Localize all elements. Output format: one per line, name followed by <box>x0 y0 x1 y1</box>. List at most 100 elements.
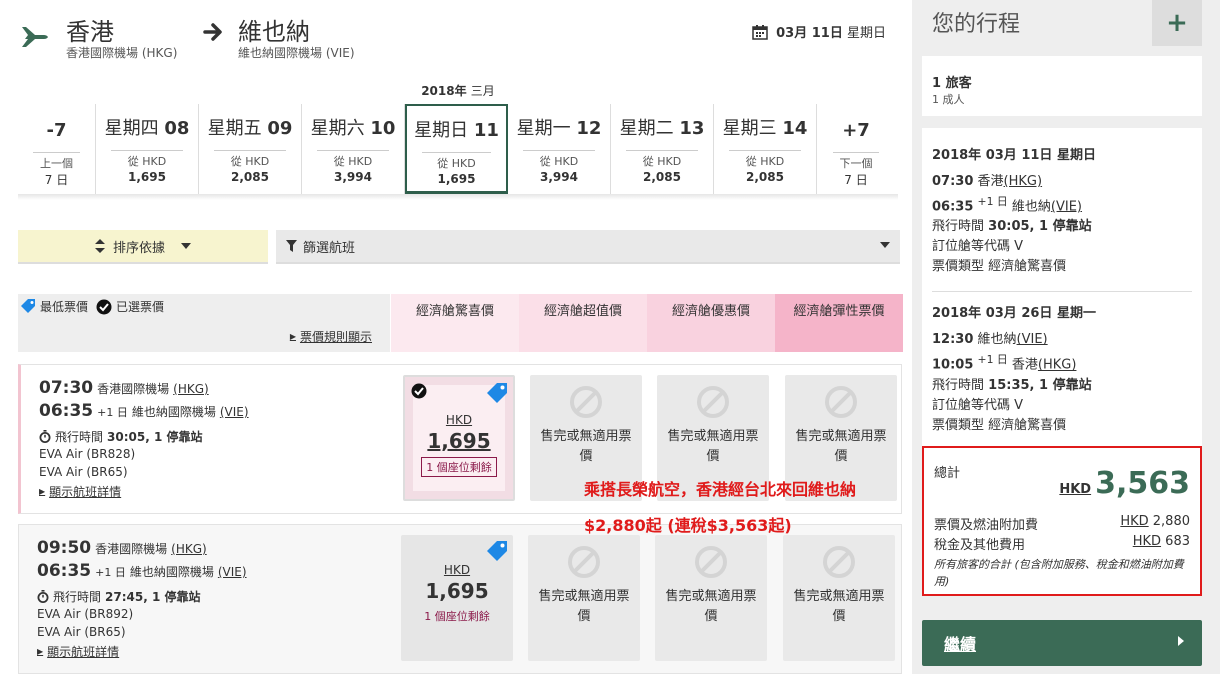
lowest-fare-tag-icon <box>21 298 35 313</box>
fare-option-selected[interactable]: HKD 1,695 1 個座位剩餘 <box>403 375 515 501</box>
unavailable-text: 售完或無適用票價 <box>667 429 759 464</box>
total-note: 所有旅客的合計 (包含附加服務、稅金和燃油附加費用) <box>934 558 1184 588</box>
unavailable-text: 售完或無適用票價 <box>665 589 757 624</box>
total-value: 3,563 <box>1095 466 1190 501</box>
inbound-date: 2018年 03月 26日 星期一 <box>932 306 1096 322</box>
duration-label: 飛行時間 <box>53 590 102 604</box>
depart-line: 07:30 香港國際機場 (HKG) <box>39 377 399 400</box>
date-cell-from: 從 HKD <box>317 150 389 169</box>
fare-currency: HKD <box>445 413 473 427</box>
continue-button[interactable]: 繼續 <box>922 620 1202 666</box>
stopwatch-icon <box>39 430 51 443</box>
prev-week-button[interactable]: -7 上一個 7 日 <box>18 104 96 194</box>
date-cell-11-selected[interactable]: 星期日 11 從 HKD 1,695 <box>405 104 508 194</box>
inbound-segment: 2018年 03月 26日 星期一 12:30 維也納(VIE) 10:05 +… <box>932 304 1192 435</box>
promo-annotation-line1: 乘搭長榮航空，香港經台北來回維也納 <box>584 480 857 499</box>
caret-right-icon: ▶ <box>37 647 44 656</box>
arrive-code: (VIE) <box>219 405 249 419</box>
depart-time: 07:30 <box>39 378 94 398</box>
destination-airport: 維也納國際機場 (VIE) <box>238 46 355 60</box>
fare-legend: 最低票價 已選票價 ▶ 票價規則顯示 <box>18 294 390 352</box>
prev-week-days: 7 日 <box>44 173 69 187</box>
flight-leg: EVA Air (BR892) <box>37 607 134 621</box>
date-cell-label: 星期二 13 <box>619 118 705 139</box>
calendar-month: 2018年 三月 <box>18 82 898 99</box>
outbound-booking-class: 訂位艙等代碼 V <box>932 239 1024 255</box>
stopwatch-icon <box>37 590 49 603</box>
filter-label: 篩選航班 <box>303 240 356 256</box>
flight-leg: EVA Air (BR65) <box>39 465 128 479</box>
unavailable-text: 售完或無適用票價 <box>538 589 630 624</box>
outbound-fare-type: 票價類型 經濟艙驚喜價 <box>932 259 1067 275</box>
duration-value: 30:05, 1 停靠站 <box>107 430 203 444</box>
fare-option-unavailable: 售完或無適用票價 <box>655 535 767 661</box>
taxes-label: 稅金及其他費用 <box>934 538 1026 553</box>
fare-option-unavailable: 售完或無適用票價 <box>783 535 895 661</box>
arrive-airport: 維也納國際機場 <box>129 565 214 579</box>
duration-line: 飛行時間 30:05, 1 停靠站 <box>39 428 399 445</box>
travel-date: 03月 11日 星期日 <box>752 22 886 41</box>
flight-results-panel: 香港 香港國際機場 (HKG) 維也納 維也納國際機場 (VIE) 03月 11… <box>0 0 912 674</box>
unavailable-icon <box>695 546 727 578</box>
passenger-count: 1 旅客 <box>932 76 972 91</box>
date-cell-10[interactable]: 星期六 10 從 HKD 3,994 <box>302 104 405 194</box>
fare-rules-label: 票價規則顯示 <box>299 330 372 344</box>
sort-dropdown[interactable]: 排序依據 <box>18 230 268 264</box>
itinerary-panel: 您的行程 + 1 旅客 1 成人 2018年 03月 11日 星期日 07:30… <box>912 0 1220 674</box>
taxes-currency: HKD <box>1132 534 1162 549</box>
flight-details-label: 顯示航班詳情 <box>49 485 122 499</box>
taxes-value: 683 <box>1165 534 1190 549</box>
passenger-detail: 1 成人 <box>932 93 965 106</box>
depart-line: 09:50 香港國際機場 (HKG) <box>37 537 397 560</box>
date-cell-from: 從 HKD <box>214 150 286 169</box>
date-cell-price: 3,994 <box>334 170 372 184</box>
date-cell-label: 星期五 09 <box>207 118 293 139</box>
date-carousel: 2018年 三月 -7 上一個 7 日 星期四 08 從 HKD 1,695 星… <box>18 76 898 200</box>
outbound-date: 2018年 03月 11日 星期日 <box>932 148 1096 163</box>
date-cell-09[interactable]: 星期五 09 從 HKD 2,085 <box>199 104 302 194</box>
duration-value: 27:45, 1 停靠站 <box>105 590 201 604</box>
date-cell-label: 星期日 11 <box>414 120 499 141</box>
booking-page: 香港 香港國際機場 (HKG) 維也納 維也納國際機場 (VIE) 03月 11… <box>0 0 1220 674</box>
legend-selected: 已選票價 <box>116 300 165 314</box>
next-week-button[interactable]: +7 下一個 7 日 <box>817 104 895 194</box>
continue-label: 繼續 <box>944 635 977 654</box>
arrive-time: 06:35 <box>39 401 94 421</box>
unavailable-icon <box>825 386 857 418</box>
sort-icon <box>94 239 105 253</box>
seats-remaining: 1 個座位剩餘 <box>424 610 490 623</box>
passenger-summary: 1 旅客 1 成人 <box>922 56 1202 116</box>
flight-details-link[interactable]: ▶ 顯示航班詳情 <box>39 483 399 500</box>
total-currency: HKD <box>1059 482 1092 497</box>
filter-dropdown[interactable]: 篩選航班 <box>276 230 900 264</box>
flight-details-label: 顯示航班詳情 <box>47 645 120 659</box>
flight-row: 09:50 香港國際機場 (HKG) 06:35 +1 日 維也納國際機場 (V… <box>18 524 902 674</box>
fare-rules-link[interactable]: ▶ 票價規則顯示 <box>290 328 372 345</box>
promo-annotation-line2: $2,880起 (連稅$3,563起) <box>584 516 792 535</box>
seats-remaining: 1 個座位剩餘 <box>421 457 497 477</box>
chevron-right-icon <box>1178 636 1184 646</box>
flight-details-link[interactable]: ▶ 顯示航班詳情 <box>37 643 397 660</box>
date-cell-14[interactable]: 星期三 14 從 HKD 2,085 <box>714 104 817 194</box>
fare-surcharge-line: 票價及燃油附加費 HKD 2,880 <box>934 514 1190 533</box>
calendar-year: 2018年 <box>421 84 467 98</box>
unavailable-icon <box>570 386 602 418</box>
date-cell-08[interactable]: 星期四 08 從 HKD 1,695 <box>96 104 199 194</box>
next-week-days: 7 日 <box>844 173 868 187</box>
expand-button[interactable]: + <box>1152 0 1202 46</box>
next-week-offset: +7 <box>842 120 870 141</box>
plus-icon: + <box>1166 8 1188 38</box>
legend-items: 最低票價 已選票價 <box>20 298 164 315</box>
unavailable-text: 售完或無適用票價 <box>795 429 887 464</box>
fare-option[interactable]: HKD 1,695 1 個座位剩餘 <box>401 535 513 661</box>
caret-right-icon: ▶ <box>289 332 296 341</box>
origin-airport: 香港國際機場 (HKG) <box>66 46 178 60</box>
chevron-down-icon <box>181 243 191 249</box>
taxes-line: 稅金及其他費用 HKD 683 <box>934 534 1190 553</box>
arrive-time: 06:35 <box>37 561 92 581</box>
arrive-line: 06:35 +1 日 維也納國際機場 (VIE) <box>39 400 399 424</box>
arrive-airport: 維也納國際機場 <box>131 405 216 419</box>
date-cell-13[interactable]: 星期二 13 從 HKD 2,085 <box>611 104 714 194</box>
flight-info: 07:30 香港國際機場 (HKG) 06:35 +1 日 維也納國際機場 (V… <box>39 377 399 500</box>
date-cell-12[interactable]: 星期一 12 從 HKD 3,994 <box>508 104 611 194</box>
